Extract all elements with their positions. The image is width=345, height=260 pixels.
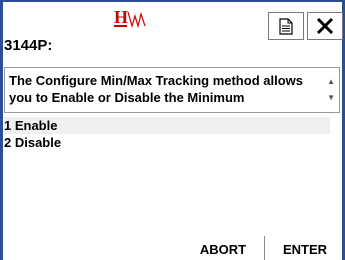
enter-button[interactable]: ENTER [266,238,344,260]
document-button[interactable] [268,12,304,40]
scroll-down-icon[interactable]: ▼ [327,93,335,102]
svg-text:H: H [114,7,128,27]
abort-button[interactable]: ABORT [182,238,264,260]
close-button[interactable] [307,12,343,40]
option-disable[interactable]: 2 Disable [4,134,330,151]
frame-border-left [0,0,3,260]
scroll-up-icon[interactable]: ▲ [327,77,335,86]
frame-border-top [0,0,345,2]
help-textbox[interactable]: The Configure Min/Max Tracking method al… [4,67,340,113]
device-title: 3144P: [4,37,53,54]
footer-divider [264,236,265,260]
app-frame: H 3144P: The Configure Min/Max Tracking … [0,0,345,260]
close-icon [316,17,334,35]
hart-logo-icon: H [114,7,146,29]
document-icon [279,17,293,35]
option-enable[interactable]: 1 Enable [4,117,330,134]
help-text: The Configure Min/Max Tracking method al… [9,73,303,105]
